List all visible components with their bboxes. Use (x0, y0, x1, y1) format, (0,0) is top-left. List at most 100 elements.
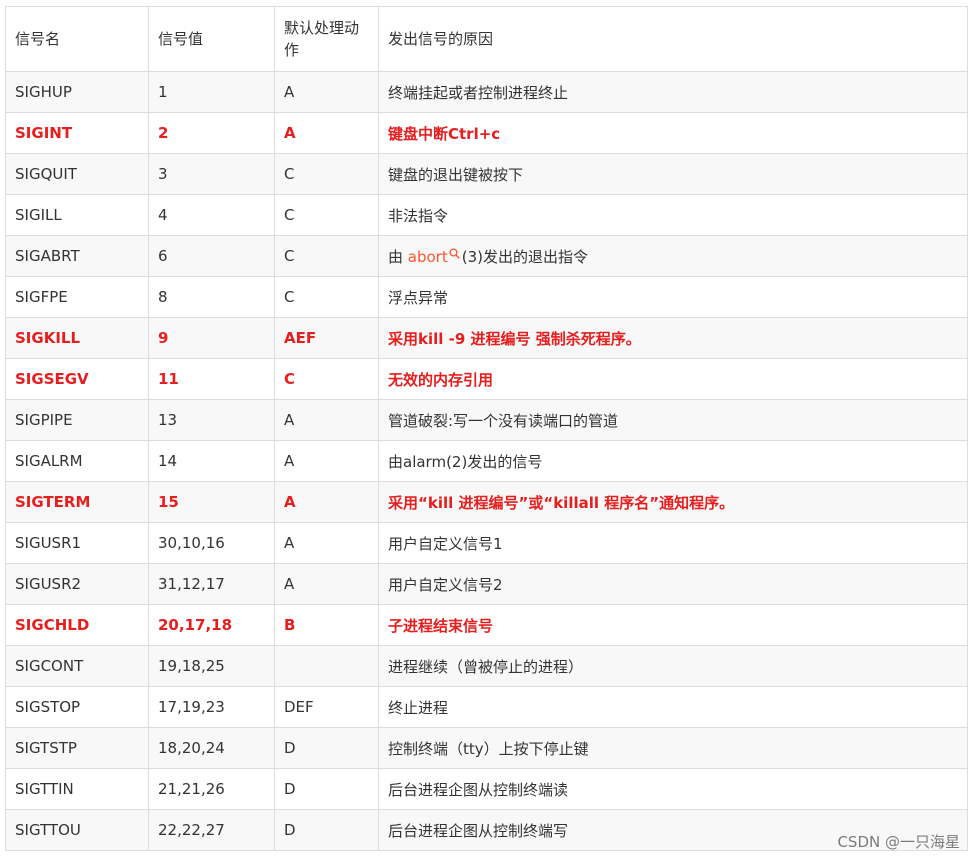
signal-name-cell: SIGCONT (5, 645, 149, 687)
signal-value-cell: 1 (148, 71, 275, 113)
signal-name-cell: SIGUSR1 (5, 522, 149, 564)
default-action-cell: C (274, 194, 379, 236)
signal-value-cell: 17,19,23 (148, 686, 275, 728)
signal-value-cell: 19,18,25 (148, 645, 275, 687)
table-row: SIGTERM 15 A 采用“kill 进程编号”或“killall 程序名”通知程… (5, 481, 968, 523)
table-row: SIGSEGV 11 C 无效的内存引用 (5, 358, 968, 400)
table-row: SIGKILL 9 AEF 采用kill -9 进程编号 强制杀死程序。 (5, 317, 968, 359)
default-action-cell: C (274, 235, 379, 277)
default-action-cell: AEF (274, 317, 379, 359)
signal-value-cell: 9 (148, 317, 275, 359)
signal-value-cell: 30,10,16 (148, 522, 275, 564)
signal-value-cell: 4 (148, 194, 275, 236)
table-row: SIGPIPE 13 A 管道破裂:写一个没有读端口的管道 (5, 399, 968, 441)
default-action-cell: A (274, 71, 379, 113)
signal-reason-cell: 无效的内存引用 (378, 358, 968, 400)
signal-value-cell: 2 (148, 112, 275, 154)
signal-reason-cell: 非法指令 (378, 194, 968, 236)
signal-reason-cell: 管道破裂:写一个没有读端口的管道 (378, 399, 968, 441)
default-action-cell: A (274, 399, 379, 441)
default-action-cell: C (274, 358, 379, 400)
signal-reason-cell: 键盘的退出键被按下 (378, 153, 968, 195)
signal-value-cell: 31,12,17 (148, 563, 275, 605)
signal-reason-cell: 终端挂起或者控制进程终止 (378, 71, 968, 113)
signal-reason-cell: 后台进程企图从控制终端读 (378, 768, 968, 810)
default-action-cell: A (274, 481, 379, 523)
signal-name-cell: SIGQUIT (5, 153, 149, 195)
signal-value-cell: 21,21,26 (148, 768, 275, 810)
signal-name-cell: SIGABRT (5, 235, 149, 277)
table-row: SIGSTOP 17,19,23 DEF 终止进程 (5, 686, 968, 728)
table-row: SIGTTIN 21,21,26 D 后台进程企图从控制终端读 (5, 768, 968, 810)
signal-value-cell: 8 (148, 276, 275, 318)
default-action-cell: D (274, 768, 379, 810)
table-row: SIGCONT 19,18,25 进程继续（曾被停止的进程） (5, 645, 968, 687)
default-action-cell: DEF (274, 686, 379, 728)
default-action-cell: A (274, 563, 379, 605)
signal-reason-cell: 用户自定义信号1 (378, 522, 968, 564)
signal-reason-cell: 用户自定义信号2 (378, 563, 968, 605)
default-action-cell: A (274, 522, 379, 564)
table-header-row: 信号名 信号值 默认处理动作 发出信号的原因 (5, 6, 968, 72)
abort-link[interactable]: abort (408, 248, 448, 266)
signal-name-cell: SIGSEGV (5, 358, 149, 400)
default-action-cell: B (274, 604, 379, 646)
default-action-cell: D (274, 809, 379, 851)
signal-name-cell: SIGPIPE (5, 399, 149, 441)
signal-name-cell: SIGSTOP (5, 686, 149, 728)
signal-value-cell: 22,22,27 (148, 809, 275, 851)
signal-reason-cell: 由 abort (3)发出的退出指令 (378, 235, 968, 277)
signal-name-cell: SIGINT (5, 112, 149, 154)
table-row: SIGTTOU 22,22,27 D 后台进程企图从控制终端写 (5, 809, 968, 851)
table-row: SIGQUIT 3 C 键盘的退出键被按下 (5, 153, 968, 195)
default-action-cell: A (274, 440, 379, 482)
signal-name-cell: SIGTTOU (5, 809, 149, 851)
signal-name-cell: SIGTTIN (5, 768, 149, 810)
default-action-cell: A (274, 112, 379, 154)
table-row: SIGUSR1 30,10,16 A 用户自定义信号1 (5, 522, 968, 564)
signal-name-cell: SIGTSTP (5, 727, 149, 769)
signal-reason-cell: 采用kill -9 进程编号 强制杀死程序。 (378, 317, 968, 359)
reason-prefix: 由 (388, 248, 408, 266)
signal-reason-cell: 进程继续（曾被停止的进程） (378, 645, 968, 687)
default-action-cell: C (274, 153, 379, 195)
signal-name-cell: SIGFPE (5, 276, 149, 318)
signal-value-cell: 6 (148, 235, 275, 277)
table-row: SIGABRT 6 C 由 abort (3)发出的退出指令 (5, 235, 968, 277)
signal-value-cell: 3 (148, 153, 275, 195)
signal-value-cell: 11 (148, 358, 275, 400)
default-action-cell: D (274, 727, 379, 769)
search-icon[interactable] (449, 245, 460, 259)
default-action-cell: C (274, 276, 379, 318)
header-signal-name: 信号名 (5, 6, 149, 72)
signal-value-cell: 14 (148, 440, 275, 482)
signal-name-cell: SIGTERM (5, 481, 149, 523)
signal-reason-cell: 采用“kill 进程编号”或“killall 程序名”通知程序。 (378, 481, 968, 523)
header-default-action: 默认处理动作 (274, 6, 379, 72)
header-signal-value: 信号值 (148, 6, 275, 72)
table-row: SIGILL 4 C 非法指令 (5, 194, 968, 236)
table-row: SIGALRM 14 A 由alarm(2)发出的信号 (5, 440, 968, 482)
signal-name-cell: SIGCHLD (5, 604, 149, 646)
table-row: SIGTSTP 18,20,24 D 控制终端（tty）上按下停止键 (5, 727, 968, 769)
signal-reason-cell: 控制终端（tty）上按下停止键 (378, 727, 968, 769)
table-row: SIGINT 2 A 键盘中断Ctrl+c (5, 112, 968, 154)
header-signal-reason: 发出信号的原因 (378, 6, 968, 72)
csdn-watermark: CSDN @一只海星 (837, 833, 960, 851)
reason-suffix: (3)发出的退出指令 (461, 248, 588, 266)
signal-reason-cell: 终止进程 (378, 686, 968, 728)
signal-name-cell: SIGKILL (5, 317, 149, 359)
signal-name-cell: SIGUSR2 (5, 563, 149, 605)
table-row: SIGUSR2 31,12,17 A 用户自定义信号2 (5, 563, 968, 605)
table-row: SIGHUP 1 A 终端挂起或者控制进程终止 (5, 71, 968, 113)
signal-reason-cell: 键盘中断Ctrl+c (378, 112, 968, 154)
signal-value-cell: 15 (148, 481, 275, 523)
signal-name-cell: SIGALRM (5, 440, 149, 482)
table-row: SIGFPE 8 C 浮点异常 (5, 276, 968, 318)
signal-name-cell: SIGILL (5, 194, 149, 236)
signal-value-cell: 13 (148, 399, 275, 441)
signal-table: 信号名 信号值 默认处理动作 发出信号的原因 SIGHUP 1 A 终端挂起或者控制进… (5, 6, 968, 851)
signal-value-cell: 18,20,24 (148, 727, 275, 769)
signal-value-cell: 20,17,18 (148, 604, 275, 646)
signal-reason-cell: 浮点异常 (378, 276, 968, 318)
